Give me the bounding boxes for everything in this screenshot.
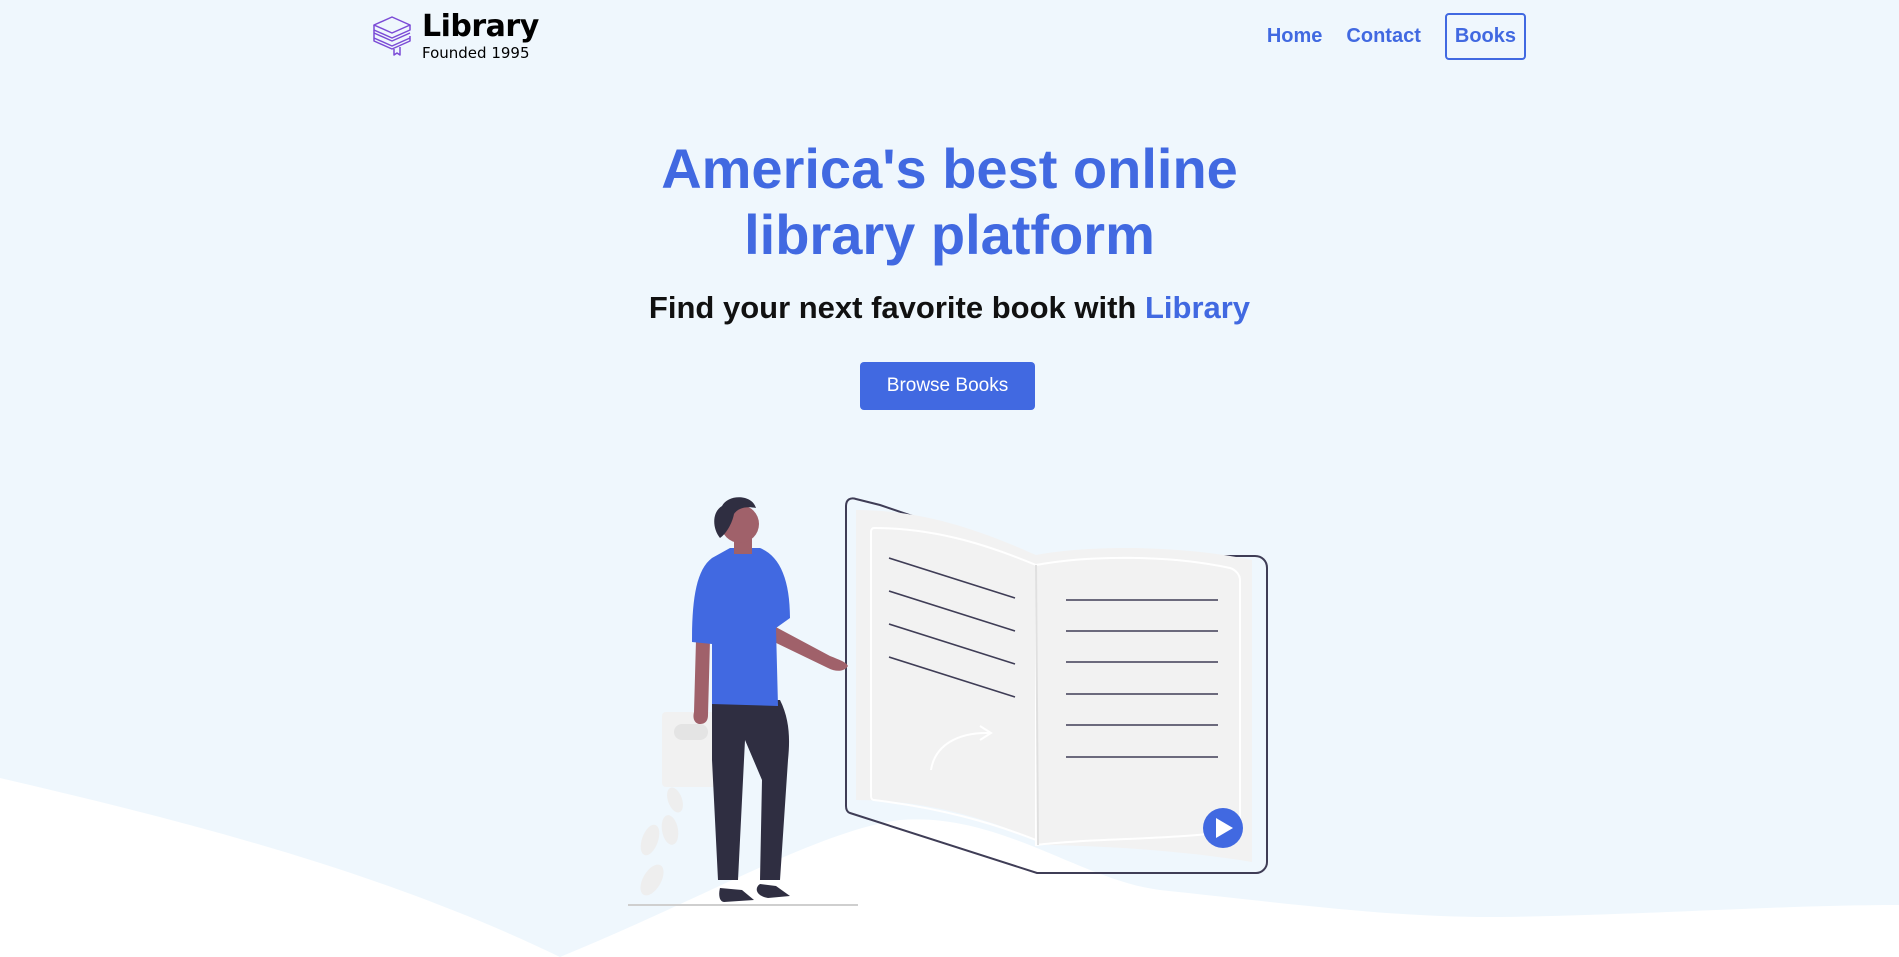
hero-subtitle-prefix: Find your next favorite book with <box>648 290 1145 325</box>
top-nav: Library Founded 1995 Home Contact Books <box>370 8 1526 64</box>
hero-title-line2: library platform <box>744 203 1155 266</box>
browse-books-button[interactable]: Browse Books <box>860 362 1035 410</box>
nav-link-contact[interactable]: Contact <box>1346 17 1420 56</box>
hero-subtitle: Find your next favorite book with Librar… <box>0 290 1899 326</box>
logo[interactable]: Library Founded 1995 <box>370 8 539 62</box>
nav-link-books[interactable]: Books <box>1444 12 1526 60</box>
hero-illustration <box>628 497 1268 906</box>
play-icon <box>1203 808 1243 848</box>
nav-links: Home Contact Books <box>1267 12 1526 60</box>
logo-title: Library <box>422 8 539 44</box>
hero-title-line1: America's best online <box>661 137 1238 200</box>
books-stack-icon <box>373 16 411 56</box>
hero-section: America's best online library platform F… <box>0 136 1899 326</box>
hero-subtitle-accent: Library <box>1144 290 1251 325</box>
hero-title: America's best online library platform <box>0 136 1899 268</box>
nav-link-home[interactable]: Home <box>1267 17 1323 56</box>
logo-subtitle: Founded 1995 <box>422 43 530 62</box>
